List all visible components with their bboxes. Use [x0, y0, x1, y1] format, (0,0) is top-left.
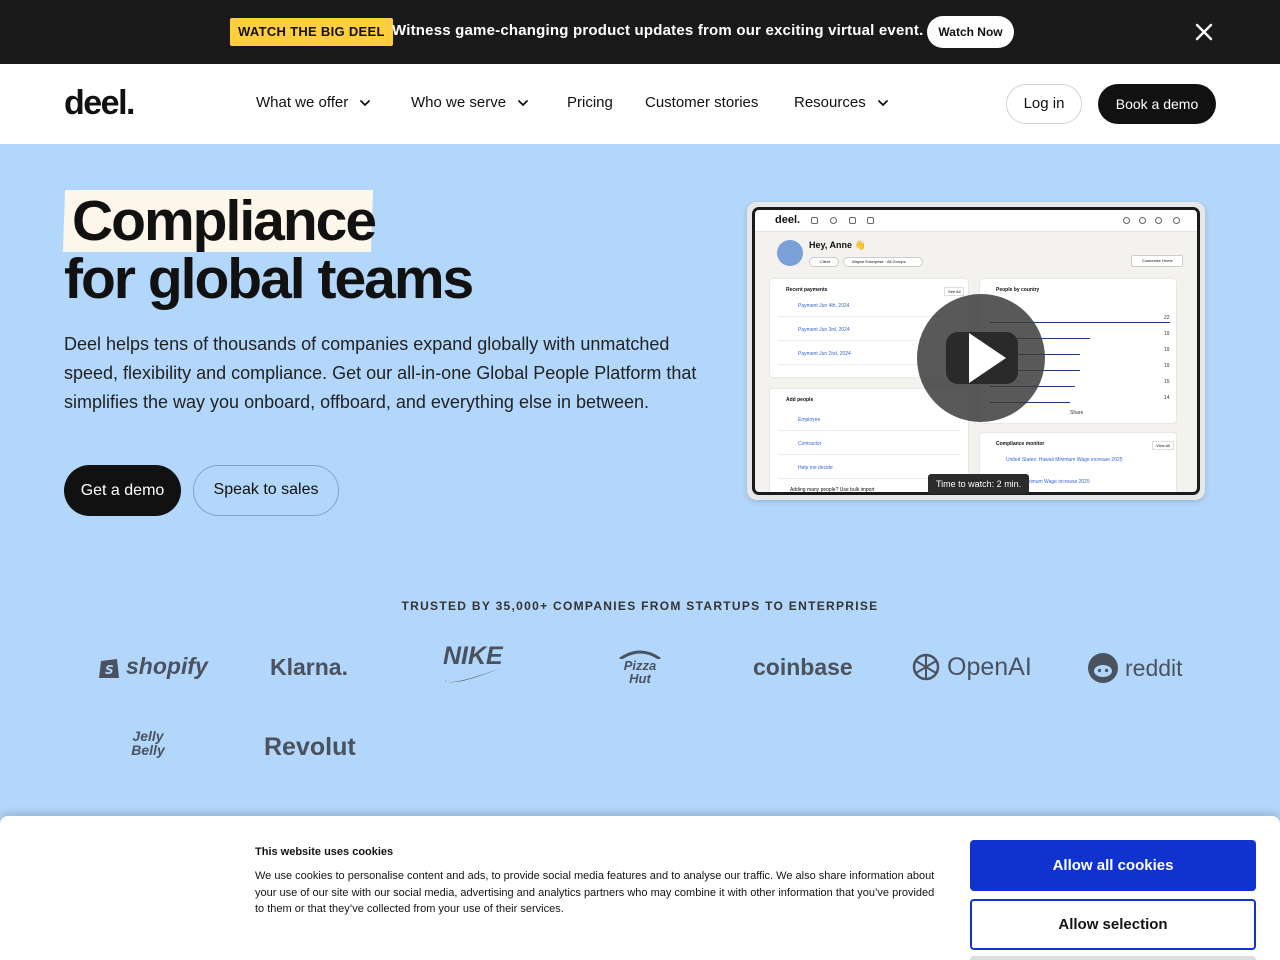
- nav-item-label: Customer stories: [645, 94, 759, 111]
- klarna-logo: Klarna.: [270, 654, 348, 681]
- shopify-logo: S shopify: [98, 653, 208, 680]
- login-button[interactable]: Log in: [1006, 84, 1082, 124]
- help-icon: [1139, 217, 1146, 224]
- hero-title-highlight: Compliance: [72, 189, 377, 253]
- card-title: Recent payments: [786, 287, 828, 293]
- nav-item-label: Who we serve: [411, 94, 507, 111]
- preview-greeting: Hey, Anne 👋: [809, 240, 866, 250]
- cookie-banner: This website uses cookies We use cookies…: [0, 816, 1280, 960]
- country-count: 19: [1164, 363, 1170, 369]
- nav-item-resources[interactable]: Resources: [794, 94, 890, 111]
- chevron-down-icon: [877, 99, 888, 106]
- client-pill: Client: [809, 257, 839, 267]
- allow-selection-button[interactable]: Allow selection: [970, 899, 1256, 950]
- revolut-logo: Revolut: [264, 733, 356, 762]
- logo-text: Revolut: [264, 733, 356, 761]
- nike-logo: NIKE: [443, 642, 503, 683]
- coinbase-logo: coinbase: [753, 654, 853, 681]
- nav-item-label: What we offer: [256, 94, 349, 111]
- logo-text: shopify: [126, 653, 208, 679]
- get-demo-button[interactable]: Get a demo: [64, 465, 181, 516]
- country-count: 22: [1164, 315, 1170, 321]
- chevron-down-icon: [518, 99, 528, 106]
- bulk-import-link: Adding many people? Use bulk import: [790, 487, 875, 493]
- watch-now-button[interactable]: Watch Now: [927, 16, 1014, 48]
- people-icon: [811, 217, 818, 224]
- payment-label: Payment Jun 4th, 2024: [798, 303, 850, 309]
- nav-item-what-we-offer[interactable]: What we offer: [256, 94, 372, 111]
- nav-item-label: Pricing: [567, 94, 613, 111]
- play-icon: [969, 333, 1006, 383]
- chevron-down-icon: [360, 99, 371, 106]
- pizza-hut-logo: Pizza Hut: [615, 649, 665, 685]
- allow-all-cookies-button[interactable]: Allow all cookies: [970, 840, 1256, 891]
- nav-item-label: Resources: [794, 94, 866, 111]
- payment-label: Payment Jun 2nd, 2024: [798, 351, 851, 357]
- hero-description: Deel helps tens of thousands of companie…: [64, 334, 697, 412]
- add-people-row: Contractor: [778, 437, 960, 455]
- see-all-button: See All: [944, 287, 965, 296]
- cookie-more-button[interactable]: [970, 956, 1256, 960]
- gear-icon: [1173, 217, 1180, 224]
- view-all-button: View All: [1152, 441, 1174, 450]
- customize-home-button: Customize Home: [1131, 255, 1183, 267]
- card-title: Add people: [786, 397, 814, 403]
- globe-icon: [830, 217, 837, 224]
- deel-logo[interactable]: deel.: [64, 84, 135, 123]
- swoosh-icon: [445, 668, 501, 683]
- card-title: People by country: [996, 287, 1040, 293]
- main-nav: deel. What we offer Who we serve Pricing…: [0, 64, 1280, 144]
- nav-item-pricing[interactable]: Pricing: [567, 94, 613, 111]
- add-people-label: Contractor: [798, 441, 822, 447]
- logo-text: reddit: [1125, 654, 1183, 681]
- search-icon: [1123, 217, 1130, 224]
- time-to-watch-tooltip: Time to watch: 2 min.: [928, 474, 1030, 494]
- play-button[interactable]: [917, 294, 1045, 422]
- speak-to-sales-button[interactable]: Speak to sales: [193, 465, 339, 516]
- reddit-alien-icon: [1088, 653, 1118, 683]
- product-video[interactable]: deel. Hey, Anne 👋 Client Wayne Enterpris…: [747, 202, 1205, 500]
- logo-text: coinbase: [753, 654, 853, 680]
- add-people-label: Employee: [798, 417, 821, 423]
- country-count: 19: [1164, 347, 1170, 353]
- book-demo-button[interactable]: Book a demo: [1098, 84, 1216, 124]
- jelly-belly-logo: Jelly Belly: [128, 729, 168, 757]
- cookie-body: We use cookies to personalise content an…: [255, 870, 935, 915]
- shopify-bag-icon: S: [99, 658, 119, 678]
- cookie-title: This website uses cookies: [255, 846, 394, 858]
- hero-title: for global teams: [64, 247, 474, 311]
- close-icon[interactable]: [1192, 20, 1216, 44]
- preview-topbar: deel.: [755, 210, 1197, 232]
- logo-text: Pizza Hut: [623, 658, 657, 686]
- payment-label: Payment Jun 3rd, 2024: [798, 327, 850, 333]
- country-count: 15: [1164, 379, 1170, 385]
- logo-text: Klarna.: [270, 654, 348, 680]
- svg-text:S: S: [105, 663, 114, 677]
- nav-item-customer-stories[interactable]: Customer stories: [645, 94, 758, 111]
- add-people-label: Help me decide: [798, 465, 833, 471]
- announcement-bar: WATCH THE BIG DEEL Witness game-changing…: [0, 0, 1280, 64]
- card-icon: [849, 217, 856, 224]
- add-people-row: Employee: [778, 413, 960, 431]
- country-count: 19: [1164, 331, 1170, 337]
- org-pill: Wayne Enterprise · All Groups: [843, 257, 923, 267]
- event-badge[interactable]: WATCH THE BIG DEEL: [230, 18, 393, 46]
- country-count: 14: [1164, 395, 1170, 401]
- compliance-item: United States: Hawaii Minimum Wage incre…: [1006, 457, 1123, 463]
- logo-text: Jelly Belly: [131, 728, 165, 758]
- preview-logo: deel.: [775, 214, 801, 226]
- trusted-by-label: TRUSTED BY 35,000+ COMPANIES FROM STARTU…: [401, 599, 879, 613]
- reddit-logo: reddit: [1087, 652, 1183, 684]
- bell-icon: [1155, 217, 1162, 224]
- dashboard-preview: deel. Hey, Anne 👋 Client Wayne Enterpris…: [752, 207, 1200, 495]
- openai-knot-icon: [912, 653, 940, 681]
- announcement-message: Witness game-changing product updates fr…: [392, 22, 924, 39]
- apps-icon: [867, 217, 874, 224]
- share-button: Share: [1070, 410, 1084, 416]
- avatar: [777, 240, 803, 266]
- logo-text: OpenAI: [947, 652, 1032, 681]
- card-title: Compliance monitor: [996, 441, 1045, 447]
- openai-logo: OpenAI: [911, 652, 1032, 682]
- nav-item-who-we-serve[interactable]: Who we serve: [411, 94, 530, 111]
